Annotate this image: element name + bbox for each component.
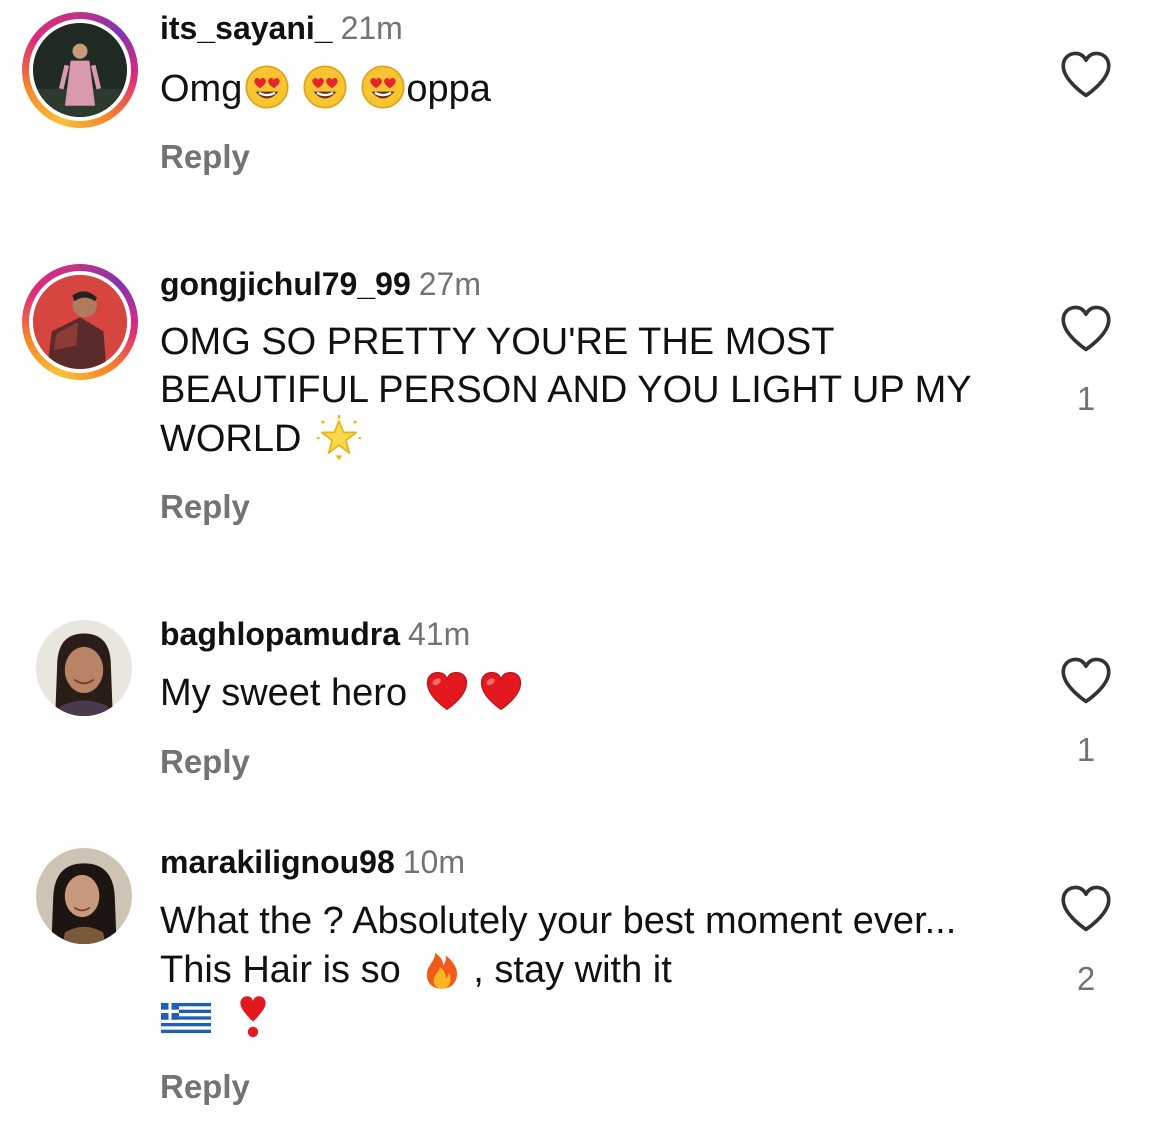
timestamp: 41m bbox=[408, 616, 471, 652]
comment-header: its_sayani_ 21m bbox=[160, 10, 403, 46]
avatar-story-ring[interactable] bbox=[22, 264, 138, 380]
reply-button[interactable]: Reply bbox=[160, 1068, 250, 1106]
red-heart-emoji bbox=[478, 668, 524, 714]
comment-text: What the ? Absolutely your best moment e… bbox=[160, 897, 970, 1043]
greece-flag-emoji bbox=[160, 994, 212, 1040]
heart-icon[interactable] bbox=[1058, 50, 1114, 100]
comment-text-part: Omg bbox=[160, 68, 243, 110]
glowing-star-emoji bbox=[316, 414, 362, 460]
comment-header: marakilignou98 10m bbox=[160, 844, 465, 880]
comment-text-part: oppa bbox=[406, 68, 491, 110]
heart-icon[interactable] bbox=[1058, 884, 1114, 934]
comment-text-part: , stay with it bbox=[473, 949, 672, 991]
comment-header: gongjichul79_99 27m bbox=[160, 266, 481, 302]
red-heart-emoji bbox=[424, 668, 470, 714]
comment-text: OMG SO PRETTY YOU'RE THE MOST BEAUTIFUL … bbox=[160, 318, 980, 463]
like-count: 1 bbox=[1076, 731, 1096, 768]
avatar bbox=[29, 271, 131, 373]
timestamp: 10m bbox=[402, 844, 465, 880]
comment-text-part: OMG SO PRETTY YOU'RE THE MOST BEAUTIFUL … bbox=[160, 321, 971, 460]
reply-button[interactable]: Reply bbox=[160, 488, 250, 526]
like-count: 1 bbox=[1076, 380, 1096, 417]
avatar bbox=[36, 620, 132, 716]
timestamp: 21m bbox=[340, 10, 403, 46]
like-count: 2 bbox=[1076, 960, 1096, 997]
heart-icon[interactable] bbox=[1058, 304, 1114, 354]
red-exclamation-emoji bbox=[230, 994, 276, 1040]
heart-eyes-emoji bbox=[360, 64, 406, 110]
avatar-story-ring[interactable] bbox=[22, 12, 138, 128]
reply-button[interactable]: Reply bbox=[160, 743, 250, 781]
heart-icon[interactable] bbox=[1058, 656, 1114, 706]
username[interactable]: gongjichul79_99 bbox=[160, 266, 411, 302]
comment-header: baghlopamudra 41m bbox=[160, 616, 470, 652]
reply-button[interactable]: Reply bbox=[160, 138, 250, 176]
heart-eyes-emoji bbox=[302, 64, 348, 110]
username[interactable]: its_sayani_ bbox=[160, 10, 333, 46]
fire-emoji bbox=[419, 945, 465, 991]
comment-text: Omg oppa bbox=[160, 64, 990, 113]
username[interactable]: marakilignou98 bbox=[160, 844, 395, 880]
avatar-wrapper[interactable] bbox=[22, 606, 138, 722]
username[interactable]: baghlopamudra bbox=[160, 616, 400, 652]
comment-text: My sweet hero bbox=[160, 668, 990, 717]
avatar bbox=[36, 848, 132, 944]
comment-text-part: My sweet hero bbox=[160, 672, 408, 714]
avatar-wrapper[interactable] bbox=[22, 834, 138, 950]
avatar bbox=[29, 19, 131, 121]
heart-eyes-emoji bbox=[244, 64, 290, 110]
timestamp: 27m bbox=[418, 266, 481, 302]
